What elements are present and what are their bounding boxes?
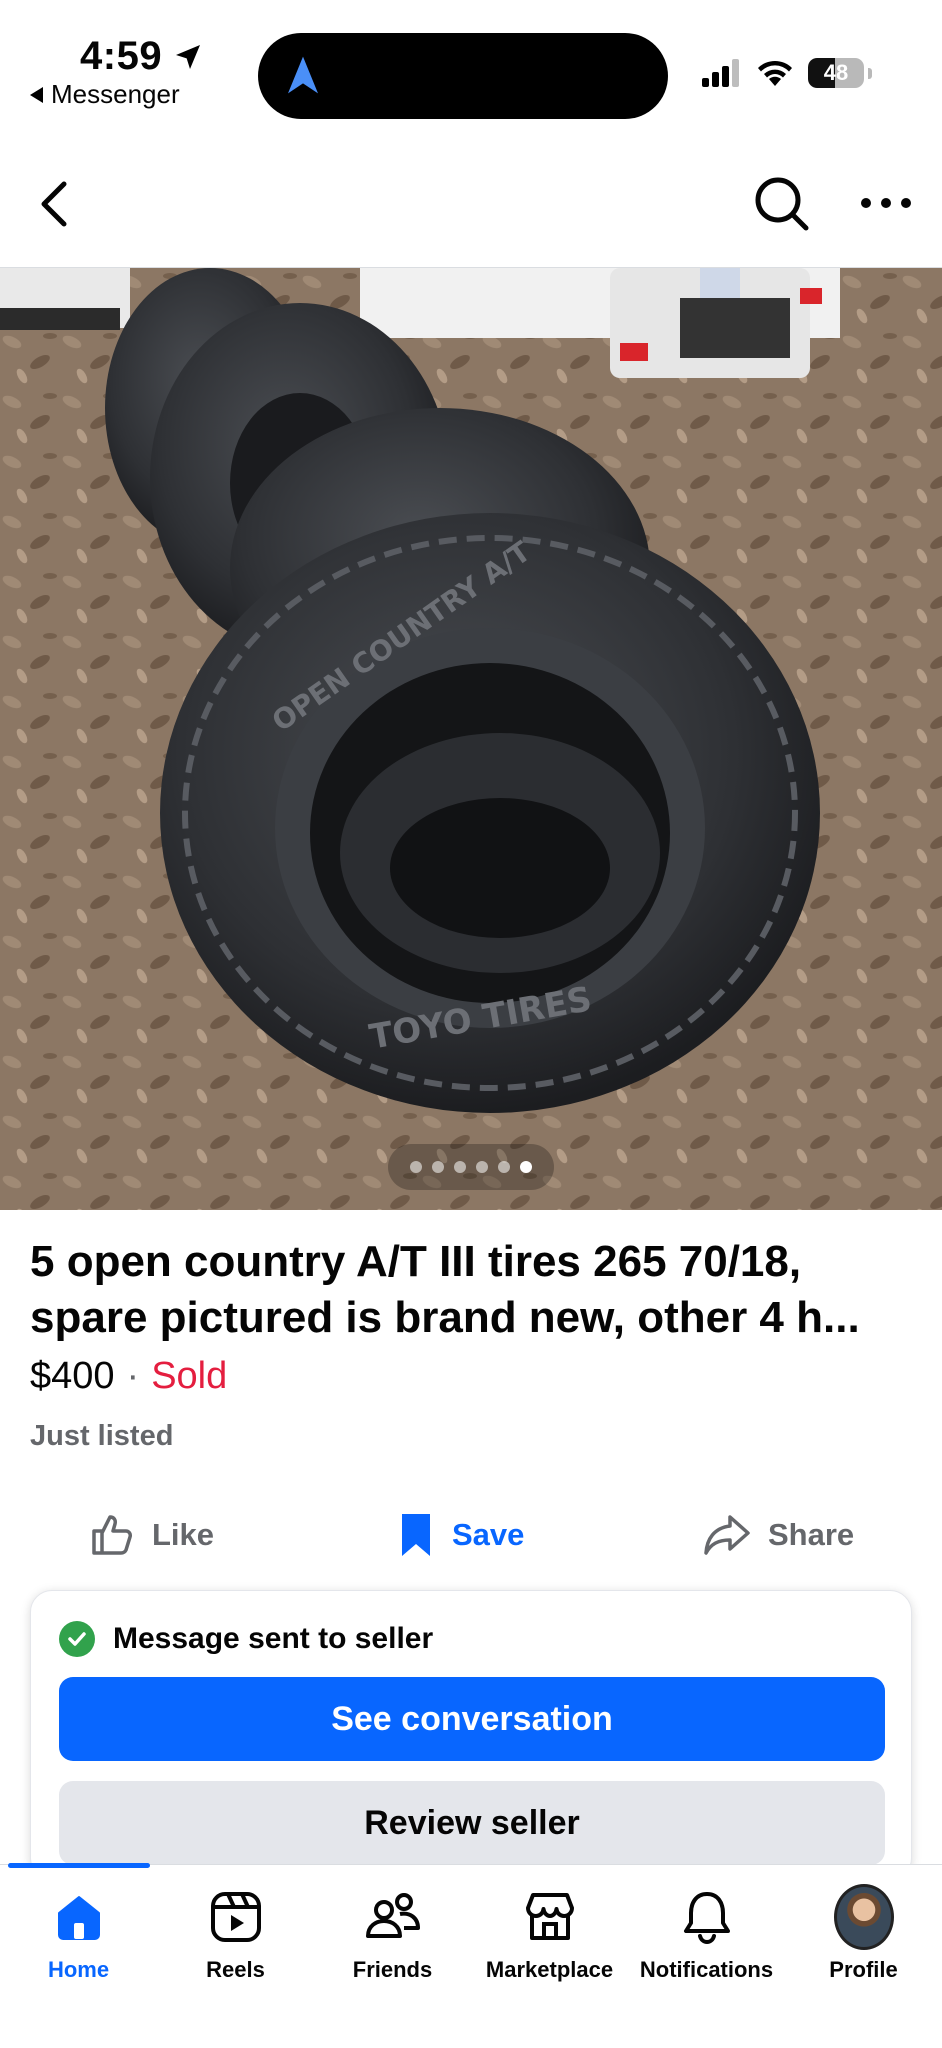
tab-friends-label: Friends bbox=[352, 1957, 433, 1982]
listed-time: Just listed bbox=[30, 1420, 174, 1452]
tab-reels[interactable]: Reels bbox=[157, 1887, 314, 1983]
tab-profile-label: Profile bbox=[829, 1957, 898, 1982]
battery-percent: 48 bbox=[823, 60, 849, 85]
tab-friends[interactable]: Friends bbox=[314, 1887, 471, 1983]
wifi-icon bbox=[758, 60, 792, 86]
tab-notifications[interactable]: Notifications bbox=[628, 1887, 785, 1983]
photo-dot[interactable] bbox=[410, 1161, 422, 1173]
tab-marketplace-label: Marketplace bbox=[485, 1957, 614, 1982]
tab-home-label: Home bbox=[47, 1957, 110, 1982]
tab-marketplace[interactable]: Marketplace bbox=[471, 1887, 628, 1983]
review-seller-button[interactable]: Review seller bbox=[59, 1781, 885, 1865]
listing-actions: Like Save Share bbox=[0, 1495, 942, 1575]
home-icon bbox=[57, 1896, 100, 1940]
reels-icon bbox=[210, 1892, 261, 1942]
like-label: Like bbox=[152, 1517, 215, 1552]
thumbs-up-icon bbox=[92, 1515, 132, 1555]
save-label: Save bbox=[452, 1517, 525, 1552]
back-to-messenger[interactable]: Messenger bbox=[30, 79, 180, 110]
tab-home[interactable]: Home bbox=[0, 1887, 157, 1983]
photo-dot[interactable] bbox=[498, 1161, 510, 1173]
tab-reels-label: Reels bbox=[206, 1957, 265, 1982]
check-circle-icon bbox=[59, 1621, 95, 1657]
clock-time: 4:59 bbox=[80, 34, 163, 78]
photo-pagination[interactable] bbox=[388, 1144, 554, 1190]
message-status-text: Message sent to seller bbox=[113, 1622, 434, 1655]
location-arrow-icon bbox=[176, 44, 201, 69]
listing-photo[interactable]: TOYO TIRES OPEN COUNTRY A/T bbox=[0, 268, 942, 1210]
search-icon bbox=[755, 177, 809, 231]
status-icons: 48 bbox=[702, 58, 872, 88]
active-tab-indicator bbox=[8, 1863, 150, 1868]
battery-nub bbox=[868, 67, 872, 79]
like-button[interactable]: Like bbox=[88, 1495, 214, 1575]
share-button[interactable]: Share bbox=[702, 1495, 854, 1575]
friends-icon bbox=[365, 1893, 420, 1938]
message-status-row: Message sent to seller bbox=[59, 1621, 433, 1657]
back-button[interactable] bbox=[30, 176, 80, 232]
share-arrow-icon bbox=[704, 1515, 750, 1555]
search-button[interactable] bbox=[752, 174, 812, 234]
photo-dot[interactable] bbox=[454, 1161, 466, 1173]
status-bar: 4:59 Messenger 48 bbox=[0, 0, 942, 130]
top-navigation bbox=[0, 140, 942, 268]
chevron-left-icon bbox=[41, 181, 67, 227]
cellular-signal-icon bbox=[702, 59, 739, 87]
listing-price: $400 bbox=[30, 1355, 115, 1397]
listing-title: 5 open country A/T III tires 265 70/18, … bbox=[30, 1237, 860, 1342]
back-app-label: Messenger bbox=[51, 79, 180, 109]
dynamic-island bbox=[258, 33, 668, 119]
clock: 4:59 bbox=[80, 34, 204, 79]
tires-photo-illustration: TOYO TIRES OPEN COUNTRY A/T bbox=[0, 268, 942, 1210]
message-sent-card: Message sent to seller See conversation … bbox=[30, 1590, 912, 1880]
tab-notifications-label: Notifications bbox=[639, 1957, 774, 1982]
more-options-button[interactable] bbox=[858, 178, 914, 228]
bookmark-icon bbox=[402, 1514, 430, 1556]
battery-indicator: 48 bbox=[808, 58, 864, 88]
avatar bbox=[833, 1884, 894, 1950]
price-row: $400 · Sold bbox=[30, 1355, 227, 1398]
bell-icon bbox=[683, 1892, 730, 1945]
photo-dot[interactable] bbox=[520, 1161, 532, 1173]
price-separator: · bbox=[126, 1355, 140, 1397]
more-dots-icon bbox=[861, 198, 911, 208]
save-button[interactable]: Save bbox=[396, 1495, 524, 1575]
tab-profile[interactable]: Profile bbox=[785, 1884, 942, 1983]
photo-dot[interactable] bbox=[432, 1161, 444, 1173]
navigation-arrow-icon bbox=[288, 56, 318, 94]
bottom-tab-bar: Home Reels Friends Marketplace Notificat… bbox=[0, 1863, 942, 2048]
sold-badge: Sold bbox=[151, 1355, 228, 1397]
see-conversation-button[interactable]: See conversation bbox=[59, 1677, 885, 1761]
share-label: Share bbox=[768, 1517, 855, 1552]
photo-dot[interactable] bbox=[476, 1161, 488, 1173]
back-triangle-icon bbox=[30, 86, 43, 103]
marketplace-icon bbox=[525, 1893, 574, 1940]
